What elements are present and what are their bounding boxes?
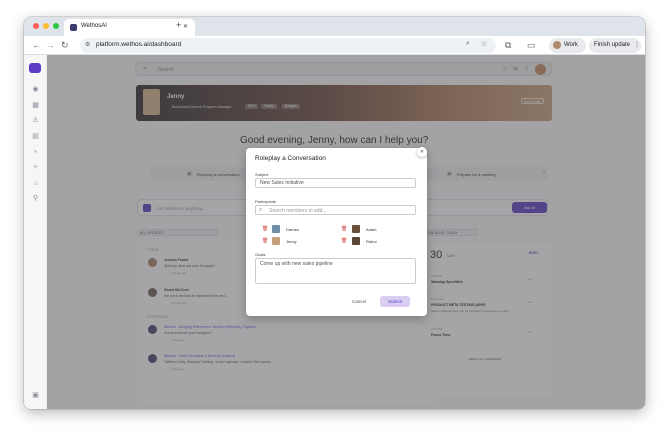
people-icon[interactable]: ♙ — [31, 116, 40, 125]
reload-icon[interactable]: ↻ — [61, 40, 69, 50]
participant-name: Jenny — [286, 239, 297, 244]
remove-participant-icon[interactable]: 🗑 — [341, 226, 347, 232]
finish-update-button[interactable]: Finish update ⋮ — [589, 38, 641, 53]
wethos-logo-icon[interactable] — [29, 63, 41, 73]
cancel-button[interactable]: Cancel — [352, 299, 366, 304]
participant-name: Rahul — [366, 239, 377, 244]
avatar — [352, 225, 360, 233]
address-bar[interactable]: ⚙ platform.wethos.ai/dashboard ⌕ ☆ — [80, 38, 496, 53]
trophy-icon[interactable]: ♆ — [31, 148, 40, 157]
participants-placeholder: Search members to add... — [269, 208, 327, 214]
collapse-sidebar-icon[interactable]: ▣ — [31, 391, 40, 400]
team-icon[interactable]: ⌂ — [31, 179, 40, 188]
close-window-button[interactable] — [33, 23, 39, 29]
badge-icon[interactable]: ✧ — [31, 163, 40, 172]
search-icon: ⌕ — [259, 207, 263, 213]
subject-input[interactable]: New Sales Initiative — [255, 178, 416, 188]
dashboard-icon[interactable]: ◉ — [31, 85, 40, 94]
goals-textarea[interactable]: Come up with new sales pipeline — [255, 258, 416, 284]
finish-update-label: Finish update — [594, 42, 631, 48]
avatar — [272, 225, 280, 233]
location-icon[interactable]: ⚲ — [31, 194, 40, 203]
new-tab-button[interactable]: + — [176, 20, 181, 30]
browser-window: WethosAI ✕ + ← → ↻ ⚙ platform.wethos.ai/… — [24, 17, 645, 409]
participant-name: Adam — [366, 227, 377, 232]
more-menu-icon[interactable]: ⋮ — [634, 41, 640, 48]
calendar-icon[interactable]: ▤ — [31, 132, 40, 141]
sidebar-toggle-icon[interactable]: ▭ — [527, 40, 536, 50]
browser-toolbar: ← → ↻ ⚙ platform.wethos.ai/dashboard ⌕ ☆… — [24, 36, 645, 55]
wethos-favicon-icon — [70, 24, 77, 31]
subject-label: Subject — [255, 172, 269, 177]
avatar — [272, 237, 280, 245]
submit-button[interactable]: Submit — [380, 296, 410, 307]
tab-close-icon[interactable]: ✕ — [183, 23, 188, 30]
remove-participant-icon[interactable]: 🗑 — [341, 238, 347, 244]
minimize-window-button[interactable] — [43, 23, 49, 29]
extensions-icon[interactable]: ⧉ — [505, 40, 511, 50]
participants-search-input[interactable]: ⌕ Search members to add... — [255, 205, 416, 215]
url-text[interactable]: platform.wethos.ai/dashboard — [96, 41, 181, 48]
tab-title: WethosAI — [81, 23, 107, 29]
remove-participant-icon[interactable]: 🗑 — [262, 238, 268, 244]
participant-name: Darnes — [286, 227, 299, 232]
back-arrow-icon[interactable]: ← — [32, 40, 41, 50]
tab-bar: WethosAI ✕ + — [24, 17, 645, 36]
participants-label: Participants — [255, 199, 276, 204]
profile-avatar — [553, 41, 561, 49]
chart-icon[interactable]: ▦ — [31, 101, 40, 110]
site-settings-icon[interactable]: ⚙ — [85, 41, 90, 48]
maximize-window-button[interactable] — [53, 23, 59, 29]
modal-title: Roleplay a Conversation — [255, 155, 326, 162]
remove-participant-icon[interactable]: 🗑 — [262, 226, 268, 232]
avatar — [352, 237, 360, 245]
zoom-icon[interactable]: ⌕ — [466, 40, 470, 48]
roleplay-modal: Roleplay a Conversation ✕ Subject New Sa… — [246, 147, 427, 316]
close-icon[interactable]: ✕ — [417, 147, 427, 157]
bookmark-star-icon[interactable]: ☆ — [481, 40, 487, 48]
app-page: ◉ ▦ ♙ ▤ ♆ ✧ ⌂ ⚲ ▣ ⌕ Search ☆ ✉ ♫ Jenny B… — [24, 55, 645, 409]
profile-label: Work — [564, 42, 578, 48]
profile-button[interactable]: Work — [549, 38, 586, 53]
goals-label: Goals — [255, 252, 266, 257]
forward-arrow-icon[interactable]: → — [46, 40, 55, 50]
app-sidebar: ◉ ▦ ♙ ▤ ♆ ✧ ⌂ ⚲ ▣ — [24, 55, 47, 409]
